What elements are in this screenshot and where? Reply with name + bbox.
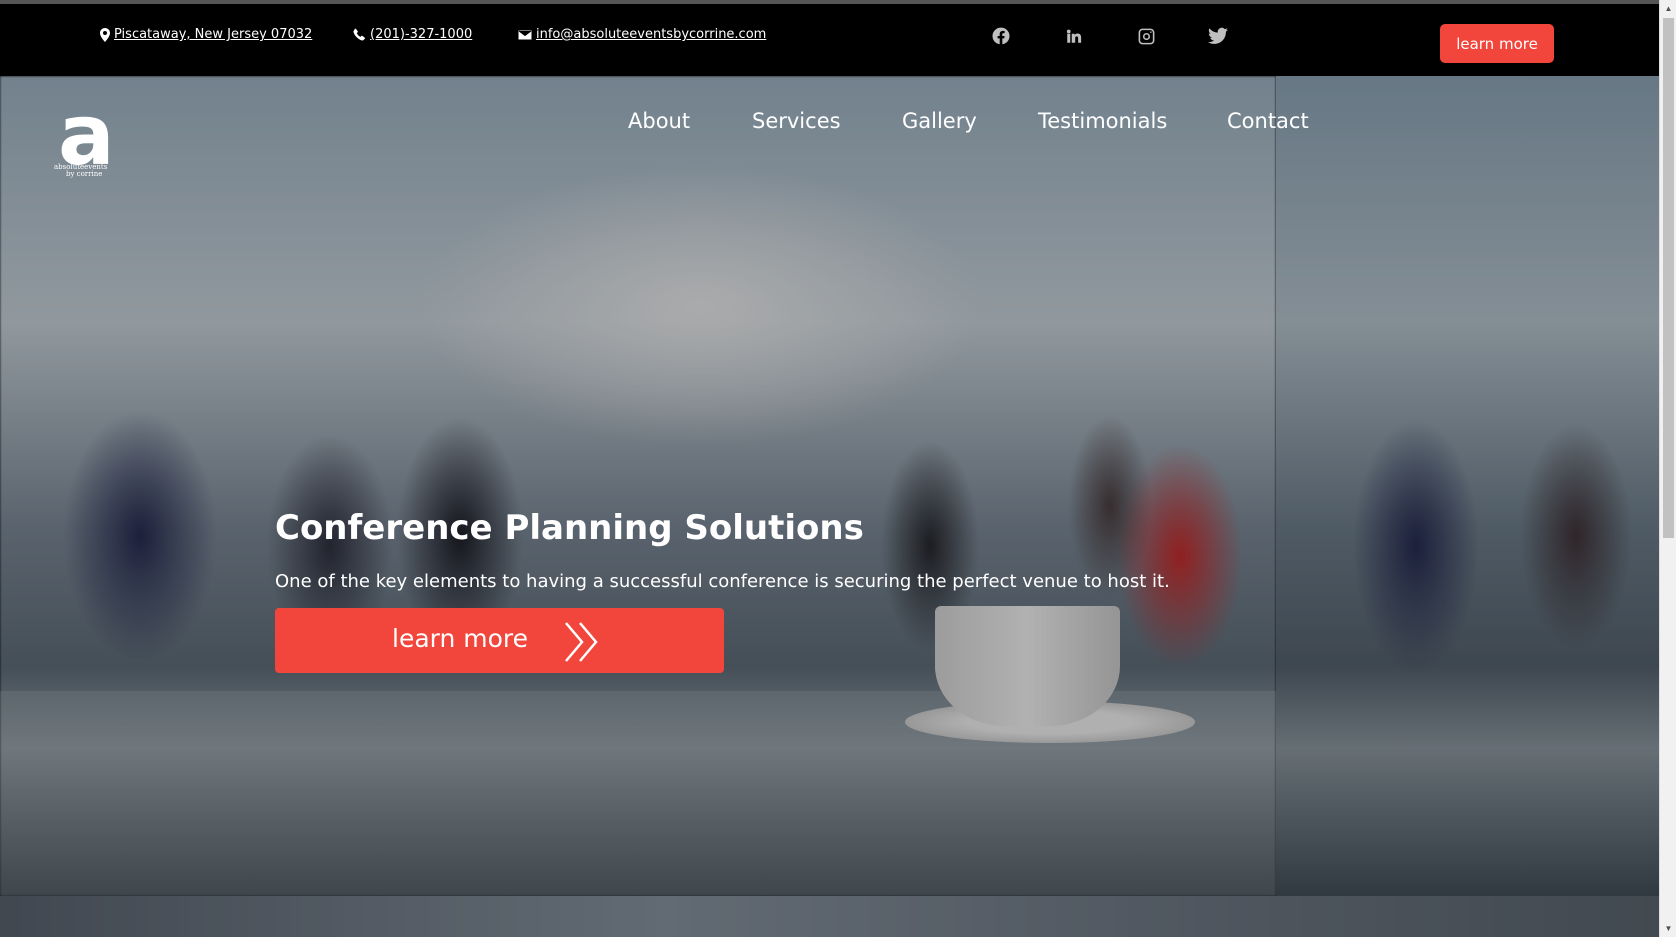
hero-learn-more-button[interactable]: learn more <box>275 608 724 673</box>
hero-button-label: learn more <box>392 624 529 653</box>
hero-dark-overlay <box>0 76 1659 937</box>
scroll-up-icon[interactable]: ▲ <box>1660 0 1676 17</box>
site-logo[interactable]: a absoluteevents by corrine <box>52 93 137 181</box>
scrollbar-thumb[interactable] <box>1663 18 1674 538</box>
hero-subtitle: One of the key elements to having a succ… <box>275 571 1170 592</box>
logo-text: absoluteevents by corrine <box>54 164 107 178</box>
email-text: info@absoluteeventsbycorrine.com <box>536 27 767 42</box>
phone-link[interactable]: (201)-327-1000 <box>353 27 472 42</box>
nav-item-gallery[interactable]: Gallery <box>902 109 977 133</box>
top-learn-more-button[interactable]: learn more <box>1440 24 1554 63</box>
hero-section: a absoluteevents by corrine About Servic… <box>0 76 1659 937</box>
linkedin-icon[interactable] <box>1062 24 1086 48</box>
envelope-icon <box>518 29 532 40</box>
instagram-icon[interactable] <box>1134 24 1158 48</box>
page-scrollbar[interactable]: ▲ ▼ <box>1659 0 1676 937</box>
double-chevron-right-icon <box>565 622 598 662</box>
logo-text-line2: by corrine <box>66 170 103 178</box>
address-link[interactable]: Piscataway, New Jersey 07032 <box>100 27 312 42</box>
scroll-down-icon[interactable]: ▼ <box>1660 920 1676 937</box>
logo-mark: a <box>58 86 115 184</box>
nav-item-services[interactable]: Services <box>752 109 841 133</box>
nav-item-about[interactable]: About <box>628 109 690 133</box>
address-text: Piscataway, New Jersey 07032 <box>114 27 313 42</box>
facebook-icon[interactable] <box>989 24 1013 48</box>
page: Piscataway, New Jersey 07032 (201)-327-1… <box>0 0 1659 937</box>
phone-icon <box>353 28 365 41</box>
top-info-bar: Piscataway, New Jersey 07032 (201)-327-1… <box>0 0 1659 76</box>
nav-item-contact[interactable]: Contact <box>1227 109 1309 133</box>
twitter-icon[interactable] <box>1206 24 1230 48</box>
hero-title: Conference Planning Solutions <box>275 508 864 548</box>
phone-text: (201)-327-1000 <box>370 27 473 42</box>
email-link[interactable]: info@absoluteeventsbycorrine.com <box>518 27 766 42</box>
map-pin-icon <box>100 27 110 42</box>
nav-item-testimonials[interactable]: Testimonials <box>1038 109 1167 133</box>
